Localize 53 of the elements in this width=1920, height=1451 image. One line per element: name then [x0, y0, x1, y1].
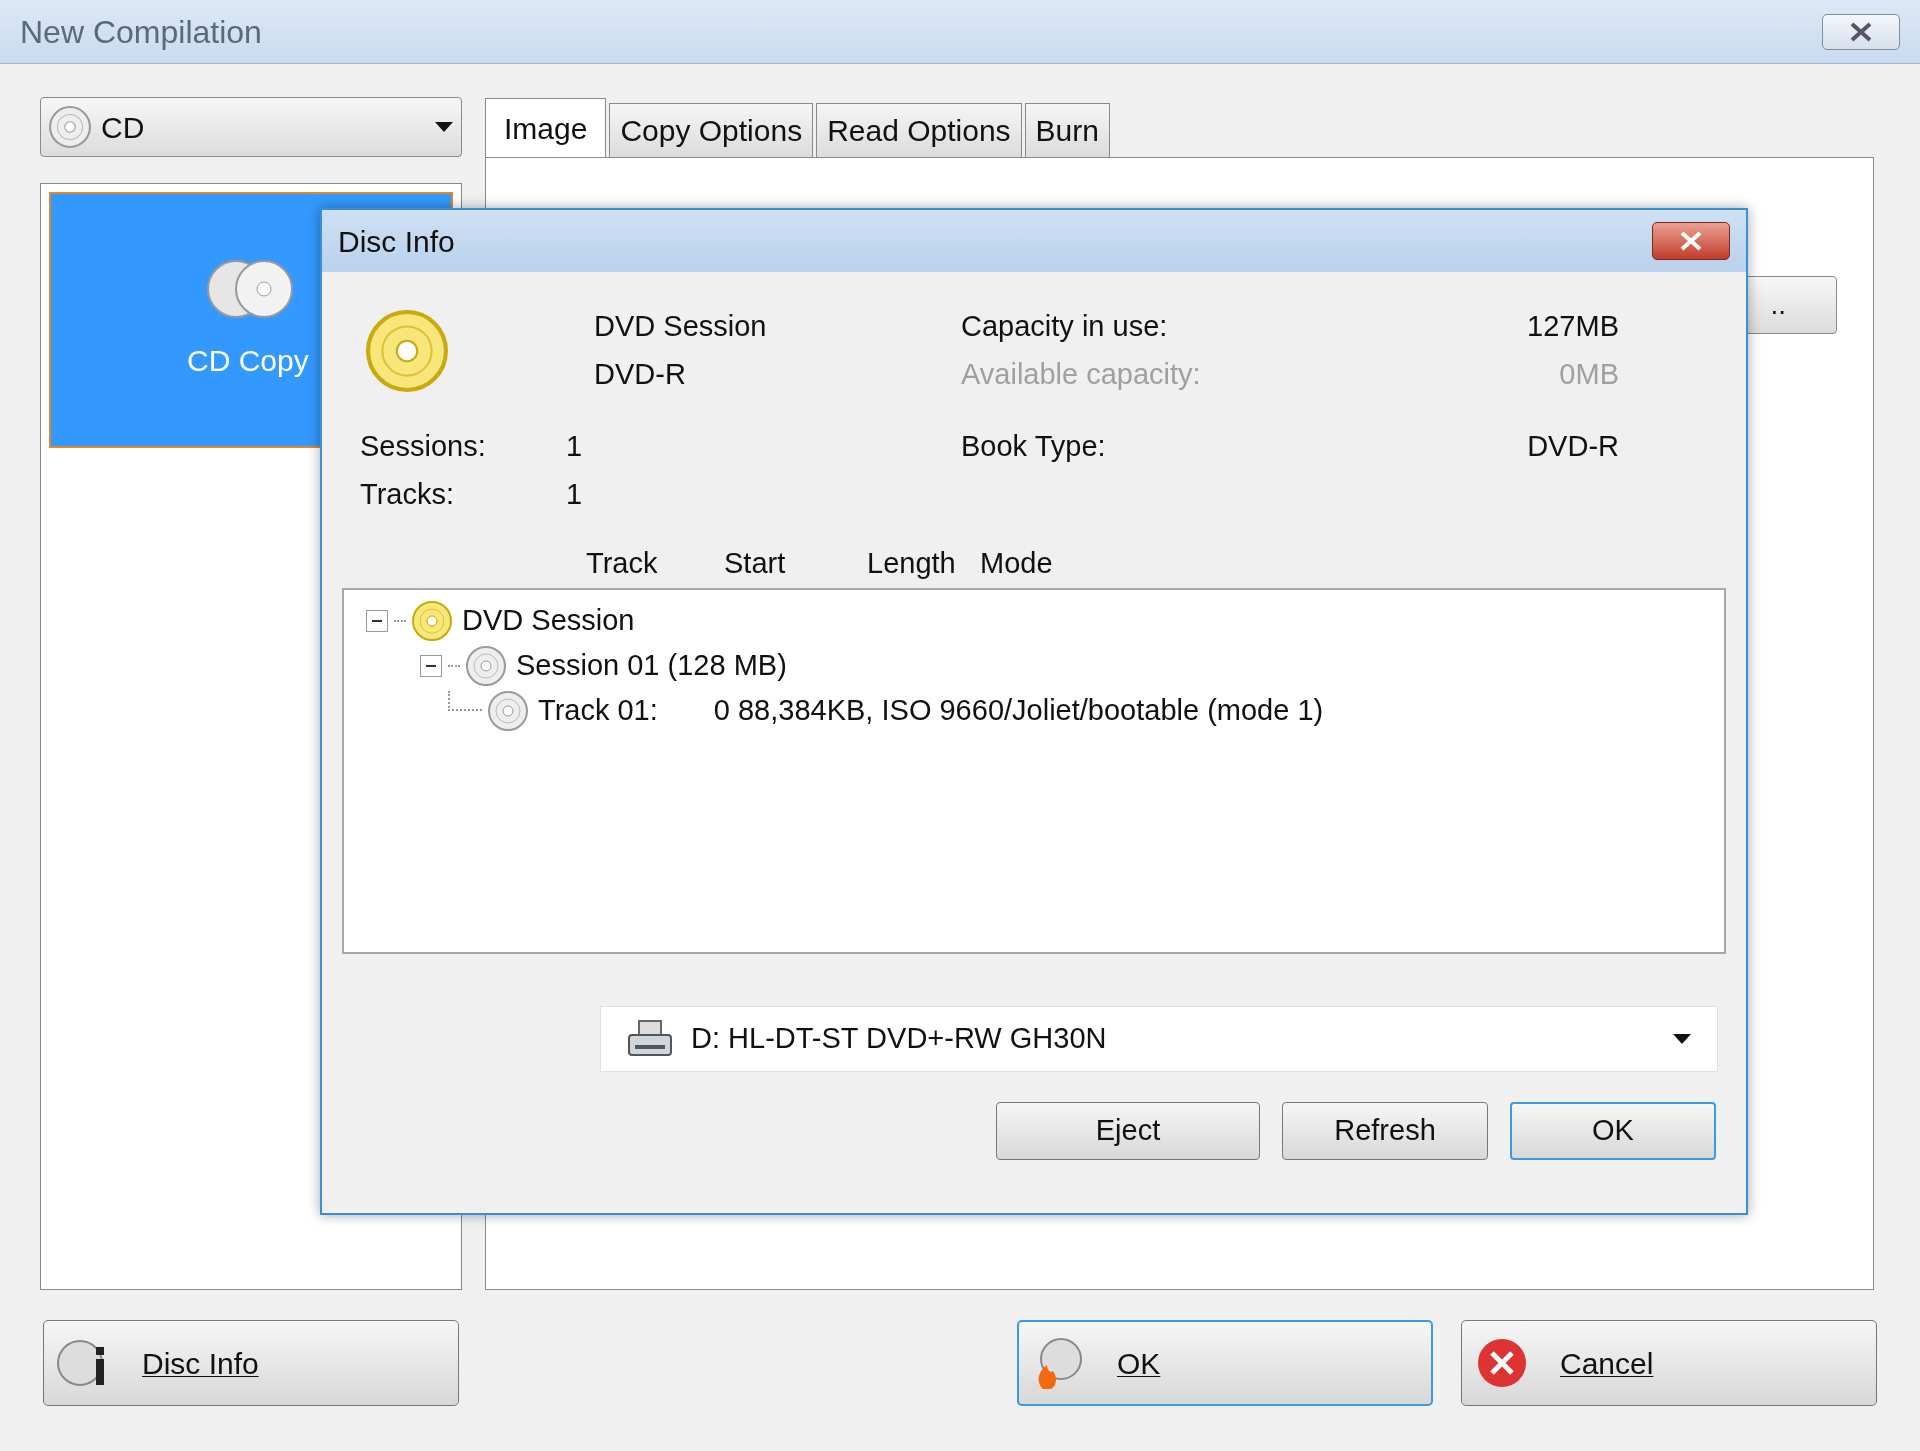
tree-connector-line — [394, 619, 406, 622]
tab[interactable]: Read Options — [816, 103, 1022, 157]
column-header: Length — [867, 546, 957, 582]
tab[interactable]: Image — [485, 98, 607, 158]
tree-item[interactable]: Track 01: 0 88,384KB, ISO 9660/Joliet/bootable (mode 1) — [534, 688, 1324, 733]
drive-dropdown[interactable]: D: HL-DT-ST DVD+-RW GH30N — [600, 1006, 1718, 1072]
close-button[interactable] — [1822, 13, 1900, 50]
tree-connector-line — [448, 664, 460, 667]
disc-name: DVD Session — [594, 309, 768, 344]
discs-icon — [206, 257, 296, 320]
book-type-value: DVD-R — [1526, 429, 1619, 464]
dialog-button[interactable]: Eject — [996, 1102, 1260, 1160]
dropdown-value: D: HL-DT-ST DVD+-RW GH30N — [691, 1021, 1108, 1057]
drive-icon — [627, 1019, 673, 1059]
window-title: New Compilation — [20, 12, 262, 52]
drive-type-dropdown[interactable]: CD — [40, 97, 462, 157]
dropdown-value: CD — [101, 109, 146, 146]
tab[interactable]: Copy Options — [609, 103, 814, 157]
dvd-disc-icon — [412, 600, 452, 641]
caret-icon — [1673, 1034, 1691, 1044]
track-details: 0 88,384KB, ISO 9660/Joliet/bootable (mode 1) — [713, 692, 1324, 728]
dialog-button[interactable]: Refresh — [1282, 1102, 1488, 1160]
close-icon — [1678, 230, 1704, 252]
count-value: 1 — [566, 429, 584, 464]
ok-button[interactable]: OK — [1017, 1320, 1433, 1406]
capacity-value: 0MB — [1558, 357, 1619, 392]
item-label: CD Copy — [187, 342, 309, 379]
tree-item-label: Track 01: — [538, 692, 658, 728]
close-icon — [1848, 20, 1874, 43]
cancel-button[interactable]: Cancel — [1461, 1320, 1877, 1406]
column-header: Start — [724, 546, 787, 582]
dialog-button[interactable]: OK — [1510, 1102, 1716, 1160]
count-value: 1 — [566, 477, 584, 512]
collapse-toggle[interactable] — [366, 609, 388, 632]
tree-connector-line — [448, 690, 482, 711]
disc-icon — [366, 310, 448, 392]
collapse-toggle[interactable] — [420, 654, 442, 677]
capacity-label: Available capacity: — [961, 357, 1202, 392]
document-disc-icon — [488, 690, 528, 731]
tab[interactable]: Burn — [1024, 103, 1110, 157]
capacity-value: 127MB — [1526, 309, 1619, 344]
disc-icon — [49, 106, 91, 148]
close-button[interactable] — [1652, 222, 1730, 260]
disc-icon — [466, 645, 506, 686]
count-label: Tracks: — [360, 477, 455, 512]
column-header: Mode — [980, 546, 1054, 582]
column-header: Track — [586, 546, 659, 582]
disc-type: DVD-R — [594, 357, 687, 392]
book-type-label: Book Type: — [961, 429, 1107, 464]
caret-icon — [435, 122, 453, 132]
capacity-label: Capacity in use: — [961, 309, 1169, 344]
disc-info-button[interactable]: Disc Info — [43, 1320, 459, 1406]
dialog-title: Disc Info — [338, 223, 455, 260]
